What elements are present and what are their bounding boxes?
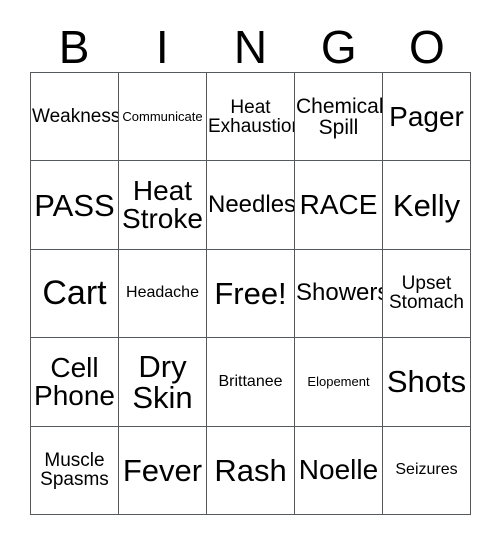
bingo-cell-label: Rash	[214, 452, 287, 488]
bingo-cell[interactable]: Communicate	[119, 73, 207, 162]
bingo-cell-label: Elopement	[307, 374, 370, 390]
bingo-cell-label: PASS	[34, 187, 115, 223]
bingo-cell[interactable]: Cart	[31, 249, 119, 339]
bingo-cell-label: RACE	[299, 189, 378, 221]
bingo-cell[interactable]: Chemical Spill	[295, 73, 383, 162]
bingo-cell-free[interactable]: Free!	[207, 249, 295, 339]
bingo-cell[interactable]: Showers	[295, 249, 383, 339]
bingo-cell[interactable]: PASS	[31, 161, 119, 250]
bingo-cell[interactable]: Rash	[207, 426, 295, 515]
bingo-header-row: B I N G O	[30, 14, 471, 72]
bingo-cell[interactable]: Pager	[383, 73, 471, 162]
bingo-cell[interactable]: Dry Skin	[119, 338, 207, 427]
bingo-cell[interactable]: Fever	[119, 426, 207, 515]
bingo-cell-label: Shots	[386, 364, 467, 400]
bingo-header-letter-g: G	[320, 21, 357, 73]
bingo-cell[interactable]: Headache	[119, 249, 207, 339]
bingo-header-letter-o: O	[409, 21, 445, 73]
bingo-cell[interactable]: Seizures	[383, 426, 471, 515]
bingo-cell-label: Kelly	[392, 187, 461, 223]
bingo-cell-label: Cart	[42, 274, 107, 313]
bingo-cell[interactable]: Upset Stomach	[383, 249, 471, 339]
bingo-grid: Weakness Communicate Heat Exhaustion Che…	[30, 72, 471, 515]
bingo-cell-label: Weakness	[32, 106, 119, 128]
bingo-cell[interactable]: Brittanee	[207, 338, 295, 427]
bingo-cell-label: Muscle Spasms	[40, 450, 109, 491]
bingo-cell[interactable]: Cell Phone	[31, 338, 119, 427]
bingo-cell[interactable]: Elopement	[295, 338, 383, 427]
bingo-cell-label: Showers	[296, 279, 383, 307]
bingo-card: B I N G O Weakness Communicate Heat Exha…	[0, 0, 500, 544]
bingo-cell-label: Communicate	[122, 109, 203, 125]
bingo-cell-label: Seizures	[395, 461, 458, 479]
bingo-cell-label: Free!	[214, 275, 287, 311]
bingo-cell[interactable]: Kelly	[383, 161, 471, 250]
bingo-cell[interactable]: Noelle	[295, 426, 383, 515]
bingo-cell[interactable]: RACE	[295, 161, 383, 250]
bingo-cell-label: Headache	[126, 284, 199, 302]
bingo-cell-label: Chemical Spill	[296, 94, 383, 139]
bingo-cell-label: Fever	[122, 452, 203, 488]
bingo-cell-label: Pager	[389, 100, 464, 132]
bingo-header-letter-i: I	[155, 21, 169, 73]
bingo-cell[interactable]: Heat Exhaustion	[207, 73, 295, 162]
bingo-cell-label: Brittanee	[218, 372, 283, 390]
bingo-cell[interactable]: Shots	[383, 338, 471, 427]
bingo-cell-label: Cell Phone	[34, 351, 115, 411]
bingo-cell[interactable]: Weakness	[31, 73, 119, 162]
bingo-cell[interactable]: Heat Stroke	[119, 161, 207, 250]
bingo-cell-label: Noelle	[298, 454, 379, 486]
bingo-header-letter-b: B	[58, 21, 90, 73]
bingo-header-letter-n: N	[233, 21, 268, 73]
bingo-cell[interactable]: Muscle Spasms	[31, 426, 119, 515]
bingo-cell-label: Dry Skin	[132, 348, 193, 415]
bingo-cell-label: Heat Stroke	[122, 175, 203, 235]
bingo-cell-label: Upset Stomach	[389, 273, 464, 314]
bingo-cell-label: Needles	[208, 191, 295, 219]
bingo-cell[interactable]: Needles	[207, 161, 295, 250]
bingo-cell-label: Heat Exhaustion	[208, 96, 295, 137]
